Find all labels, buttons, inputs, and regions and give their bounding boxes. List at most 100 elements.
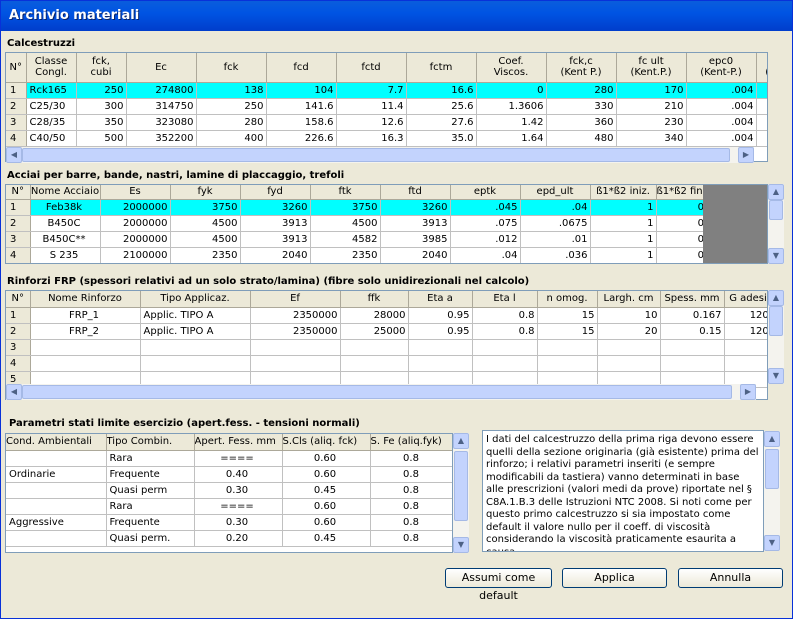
column-header[interactable]: S.Cls (aliq. fck) [282,434,371,451]
table-row[interactable]: 3 C28/35 350 323080 280 158.6 12.6 27.6 1.42 360 2… [6,114,767,131]
table-cell[interactable]: 250 [196,98,267,115]
table-cell[interactable]: 340 [616,130,687,147]
table-cell[interactable] [340,339,409,356]
table-cell[interactable]: 0.60 [282,498,371,515]
table-row[interactable]: 2 FRP_2 Applic. TIPO A 2350000 25000 0.95 0.8 1… [6,323,767,340]
table-cell[interactable] [6,450,107,467]
table-cell[interactable]: 4 [6,130,27,147]
table-cell[interactable]: 3 [6,339,31,356]
scroll-right-icon[interactable]: ▶ [738,147,754,163]
table-cell[interactable]: 12000 [724,307,767,324]
table-cell[interactable]: 3985 [380,231,451,248]
table-cell[interactable]: 1 [590,231,657,248]
scroll-up-icon[interactable]: ▲ [768,184,784,200]
table-cell[interactable]: 1 [6,82,27,99]
table-cell[interactable]: 141.6 [266,98,337,115]
table-cell[interactable] [140,355,251,372]
table-cell[interactable]: 12000 [724,323,767,340]
set-default-button[interactable]: Assumi come default [445,568,552,602]
column-header[interactable]: Tipo Combin. [106,434,195,451]
table-cell[interactable]: 350 [76,114,127,131]
table-cell[interactable]: 25.6 [406,98,477,115]
steel-vscrollbar[interactable]: ▲ ▼ [768,184,784,264]
table-cell[interactable] [724,339,767,356]
scroll-right-icon[interactable]: ▶ [740,384,756,400]
table-cell[interactable]: .04 [520,199,591,216]
table-cell[interactable]: 16.3 [336,130,407,147]
table-cell[interactable]: .036 [520,247,591,263]
table-cell[interactable]: 226.6 [266,130,337,147]
table-cell[interactable]: 0.20 [194,530,283,547]
table-cell[interactable]: 1 [590,215,657,232]
table-cell[interactable]: 480 [546,130,617,147]
table-cell[interactable]: 0.40 [194,466,283,483]
column-header[interactable]: Cond. Ambientali [6,434,107,451]
table-cell[interactable]: 352200 [126,130,197,147]
table-cell[interactable]: 170 [616,82,687,99]
table-cell[interactable]: 0.60 [282,514,371,531]
column-header[interactable]: Ec [126,53,197,83]
table-cell[interactable]: 0 [476,82,547,99]
table-cell[interactable]: 1.64 [476,130,547,147]
table-row[interactable]: Rara ==== 0.60 0.8 [6,498,452,515]
table-cell[interactable]: 2 [6,215,31,232]
table-cell[interactable]: 12.6 [336,114,407,131]
table-cell[interactable]: 2100000 [100,247,171,263]
apply-button[interactable]: Applica [562,568,667,588]
column-header[interactable]: ftk [310,185,381,200]
column-header[interactable]: fck,c (Kent P.) [546,53,617,83]
table-cell[interactable]: 0.167 [660,307,725,324]
table-cell[interactable] [250,339,341,356]
table-cell[interactable]: 3913 [240,215,311,232]
table-cell[interactable]: 2040 [240,247,311,263]
table-cell[interactable]: FRP_2 [30,323,141,340]
column-header[interactable]: eptk [450,185,521,200]
table-cell[interactable]: .04 [450,247,521,263]
table-cell[interactable]: 230 [616,114,687,131]
table-cell[interactable]: 0.8 [370,514,452,531]
scroll-thumb[interactable] [769,306,783,336]
table-cell[interactable]: Rara [106,498,195,515]
table-cell[interactable]: 0.8 [370,482,452,499]
table-cell[interactable]: .004 [686,114,757,131]
table-row[interactable]: 1 FRP_1 Applic. TIPO A 2350000 28000 0.95 0.8 1… [6,307,767,324]
table-cell[interactable]: 20 [597,323,661,340]
table-cell[interactable]: 330 [546,98,617,115]
table-cell[interactable] [340,355,409,372]
table-row[interactable]: 2B450C20000004500391345003913.075.067510… [6,215,717,232]
table-cell[interactable]: 16.6 [406,82,477,99]
table-cell[interactable]: 0.95 [408,307,473,324]
table-cell[interactable]: 360 [546,114,617,131]
table-row[interactable]: Rara ==== 0.60 0.8 [6,450,452,467]
table-cell[interactable]: 0.95 [408,323,473,340]
column-header[interactable]: Eta l [472,291,538,308]
frp-vscrollbar[interactable]: ▲ ▼ [768,290,784,384]
column-header[interactable]: N° [6,53,27,83]
table-cell[interactable]: Rck165 [26,82,77,99]
table-cell[interactable] [6,482,107,499]
table-cell[interactable]: 210 [616,98,687,115]
table-cell[interactable]: 27.6 [406,114,477,131]
table-row[interactable]: Aggressive Frequente 0.30 0.60 0.8 [6,514,452,531]
table-cell[interactable] [6,498,107,515]
table-cell[interactable]: C40/50 [26,130,77,147]
table-cell[interactable]: .004 [686,98,757,115]
table-cell[interactable]: 0.8 [370,450,452,467]
table-cell[interactable]: 2 [6,323,31,340]
table-cell[interactable]: B450C** [30,231,101,248]
column-header[interactable]: N° [6,185,31,200]
scroll-up-icon[interactable]: ▲ [768,290,784,306]
table-cell[interactable]: 1.3606 [476,98,547,115]
table-cell[interactable]: ==== [194,450,283,467]
table-cell[interactable]: 2350 [170,247,241,263]
column-header[interactable]: ftd [380,185,451,200]
table-row[interactable]: 2 C25/30 300 314750 250 141.6 11.4 25.6 1.3606 33… [6,98,767,115]
table-cell[interactable]: 3 [6,114,27,131]
table-cell[interactable]: FRP_1 [30,307,141,324]
scroll-thumb[interactable] [22,148,730,162]
table-cell[interactable]: 35.0 [406,130,477,147]
scroll-up-icon[interactable]: ▲ [764,431,780,447]
table-cell[interactable]: 3750 [310,199,381,216]
table-cell[interactable]: 400 [196,130,267,147]
concrete-hscrollbar[interactable]: ◀ ▶ [6,147,754,163]
